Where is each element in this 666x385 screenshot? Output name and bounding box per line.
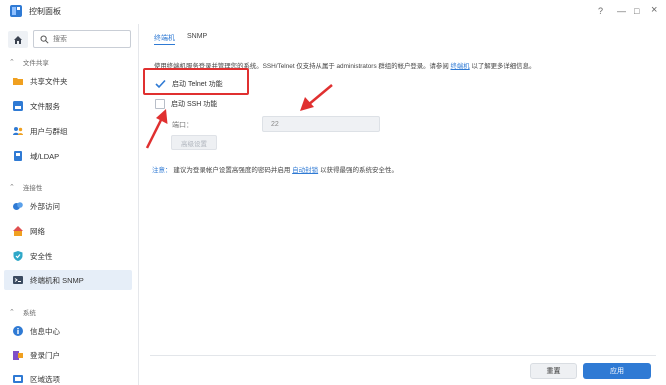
- close-button[interactable]: ×: [651, 4, 657, 16]
- home-button[interactable]: [8, 31, 28, 48]
- chevron-up-icon: ⌃: [9, 309, 15, 316]
- info-icon: [13, 326, 23, 336]
- sidebar-item-users[interactable]: 用户与群组: [4, 121, 132, 141]
- chevron-up-icon: ⌃: [9, 59, 15, 66]
- sidebar-item-file-services[interactable]: 文件服务: [4, 96, 132, 116]
- terminal-help-link[interactable]: 终端机: [451, 63, 470, 70]
- arrow-up-icon: [145, 109, 168, 149]
- login-portal-icon: [13, 351, 23, 360]
- chevron-up-icon: ⌃: [9, 184, 15, 191]
- advanced-settings-button[interactable]: 高级设置: [171, 135, 217, 150]
- sidebar-item-domain-ldap[interactable]: 域/LDAP: [4, 146, 132, 166]
- search-input[interactable]: [53, 33, 125, 45]
- reset-button[interactable]: 重置: [530, 363, 577, 379]
- sidebar-item-login-portal[interactable]: 登录门户: [4, 345, 132, 365]
- domain-icon: [14, 151, 22, 161]
- region-icon: [13, 375, 23, 383]
- users-icon: [13, 127, 23, 135]
- maximize-button[interactable]: □: [634, 5, 639, 17]
- port-label: 端口：: [172, 122, 193, 129]
- file-services-icon: [13, 101, 23, 111]
- sidebar-item-region[interactable]: 区域选项: [4, 369, 132, 385]
- window-title: 控制面板: [29, 7, 61, 16]
- external-access-icon: [13, 202, 23, 210]
- search-box[interactable]: [33, 30, 131, 48]
- apply-button[interactable]: 应用: [583, 363, 651, 379]
- auto-block-link[interactable]: 自动封锁: [292, 167, 318, 174]
- footer-divider: [150, 355, 656, 356]
- section-file-sharing[interactable]: ⌃ 文件共享: [9, 57, 49, 67]
- sidebar-item-info-center[interactable]: 信息中心: [4, 321, 132, 341]
- home-icon: [14, 35, 22, 44]
- telnet-highlight-box: [143, 68, 249, 95]
- sidebar-item-terminal-snmp[interactable]: 终端机和 SNMP: [4, 270, 132, 290]
- section-connectivity[interactable]: ⌃ 连接性: [9, 182, 42, 192]
- terminal-icon: [13, 276, 23, 284]
- shared-folder-icon: [13, 78, 23, 85]
- sidebar: ⌃ 文件共享 共享文件夹 文件服务 用户与群组 域/LDAP ⌃ 连接性: [0, 24, 139, 385]
- network-icon: [13, 226, 23, 236]
- tab-snmp[interactable]: SNMP: [187, 33, 207, 45]
- title-bar: 控制面板 ? — □ ×: [0, 0, 666, 22]
- search-icon: [40, 35, 49, 44]
- ssh-label: 启动 SSH 功能: [171, 101, 218, 108]
- minimize-button[interactable]: —: [617, 5, 626, 17]
- help-button[interactable]: ?: [598, 5, 603, 17]
- section-system[interactable]: ⌃ 系统: [9, 307, 36, 317]
- tab-bar: 终端机 SNMP: [154, 33, 207, 45]
- security-note: 注意： 建议为登录帐户设置高强度的密码并启用 自动封锁 以获得最强的系统安全性。: [152, 167, 398, 174]
- arrow-down-left-icon: [300, 84, 333, 111]
- shield-icon: [13, 251, 23, 261]
- port-input[interactable]: [262, 116, 380, 132]
- sidebar-item-network[interactable]: 网络: [4, 221, 132, 241]
- sidebar-item-external-access[interactable]: 外部访问: [4, 196, 132, 216]
- control-panel-icon: [10, 5, 22, 17]
- tab-terminal[interactable]: 终端机: [154, 33, 175, 45]
- sidebar-item-shared-folder[interactable]: 共享文件夹: [4, 71, 132, 91]
- sidebar-item-security[interactable]: 安全性: [4, 246, 132, 266]
